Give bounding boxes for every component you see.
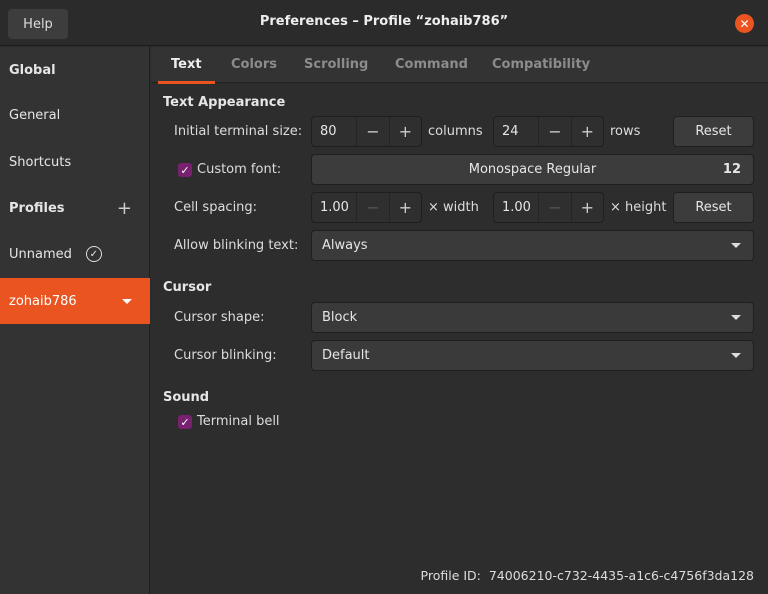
chevron-down-icon (731, 243, 741, 248)
sidebar-item-profile[interactable]: Unnamed ✓ (0, 231, 150, 277)
profile-id-value: 74006210-c732-4435-a1c6-c4756f3da128 (488, 568, 754, 583)
tab-colors[interactable]: Colors (231, 57, 277, 72)
profile-id: Profile ID: 74006210-c732-4435-a1c6-c475… (421, 568, 754, 583)
minus-icon[interactable]: − (356, 193, 388, 222)
add-profile-icon[interactable]: + (117, 198, 132, 219)
tab-bar: Text Colors Scrolling Command Compatibil… (151, 47, 768, 84)
sidebar-heading-profiles: Profiles + (0, 185, 150, 231)
section-sound: Sound (163, 390, 210, 405)
check-icon: ✓ (180, 415, 190, 429)
terminal-bell-label: Terminal bell (197, 414, 280, 429)
cursor-shape-dropdown[interactable]: Block (311, 302, 754, 333)
minus-icon[interactable]: − (538, 193, 570, 222)
blinking-text-dropdown[interactable]: Always (311, 230, 754, 261)
rows-unit: rows (610, 124, 641, 139)
height-value[interactable]: 1.00 (494, 200, 538, 215)
rows-spinner[interactable]: 24 − + (493, 116, 604, 147)
sidebar-item-general[interactable]: General (0, 92, 150, 138)
sidebar: Global General Shortcuts Profiles + Unnam… (0, 47, 150, 594)
plus-icon[interactable]: + (570, 193, 603, 222)
blinking-text-value: Always (322, 238, 368, 253)
sidebar-item-profile-selected[interactable]: zohaib786 (0, 278, 150, 324)
profile-id-label: Profile ID: (420, 568, 481, 583)
width-value[interactable]: 1.00 (312, 200, 356, 215)
sidebar-heading-global: Global (9, 62, 56, 78)
profile-name: Unnamed (9, 246, 72, 262)
reset-size-button[interactable]: Reset (673, 116, 754, 147)
plus-icon[interactable]: + (388, 117, 421, 146)
columns-unit: columns (428, 124, 483, 139)
width-spinner[interactable]: 1.00 − + (311, 192, 422, 223)
section-text-appearance: Text Appearance (163, 95, 286, 110)
rows-value[interactable]: 24 (494, 124, 538, 139)
text-settings-panel: Text Appearance Initial terminal size: 8… (151, 84, 768, 594)
terminal-bell-checkbox[interactable]: ✓ (178, 415, 192, 429)
section-cursor: Cursor (163, 280, 212, 295)
tab-compatibility[interactable]: Compatibility (492, 57, 590, 72)
font-chooser-button[interactable]: Monospace Regular 12 (311, 154, 754, 185)
plus-icon[interactable]: + (570, 117, 603, 146)
minus-icon[interactable]: − (538, 117, 570, 146)
profiles-label: Profiles (9, 200, 65, 216)
height-spinner[interactable]: 1.00 − + (493, 192, 604, 223)
title-bar: Help Preferences – Profile “zohaib786” ✕ (0, 0, 768, 46)
columns-spinner[interactable]: 80 − + (311, 116, 422, 147)
sidebar-item-shortcuts[interactable]: Shortcuts (0, 139, 150, 185)
chevron-down-icon (731, 353, 741, 358)
close-button[interactable]: ✕ (735, 14, 754, 33)
minus-icon[interactable]: − (356, 117, 388, 146)
cursor-blinking-dropdown[interactable]: Default (311, 340, 754, 371)
width-unit: × width (428, 200, 479, 215)
cursor-blinking-label: Cursor blinking: (174, 348, 277, 363)
tab-text[interactable]: Text (158, 57, 214, 84)
columns-value[interactable]: 80 (312, 124, 356, 139)
cursor-shape-label: Cursor shape: (174, 310, 265, 325)
reset-spacing-button[interactable]: Reset (673, 192, 754, 223)
font-name: Monospace Regular (468, 162, 597, 177)
custom-font-checkbox[interactable]: ✓ (178, 163, 192, 177)
blinking-text-label: Allow blinking text: (174, 238, 299, 253)
profile-name: zohaib786 (9, 293, 77, 309)
plus-icon[interactable]: + (388, 193, 421, 222)
window-title: Preferences – Profile “zohaib786” (259, 14, 509, 29)
cursor-blinking-value: Default (322, 348, 370, 363)
cursor-shape-value: Block (322, 310, 358, 325)
cell-spacing-label: Cell spacing: (174, 200, 258, 215)
tab-command[interactable]: Command (395, 57, 468, 72)
height-unit: × height (610, 200, 667, 215)
close-icon: ✕ (739, 16, 750, 31)
check-icon: ✓ (180, 163, 190, 177)
chevron-down-icon[interactable] (122, 298, 132, 304)
terminal-size-label: Initial terminal size: (174, 124, 303, 139)
tab-scrolling[interactable]: Scrolling (304, 57, 368, 72)
default-check-icon: ✓ (85, 246, 102, 262)
chevron-down-icon (731, 315, 741, 320)
font-size: 12 (722, 162, 741, 177)
custom-font-label: Custom font: (197, 162, 282, 177)
